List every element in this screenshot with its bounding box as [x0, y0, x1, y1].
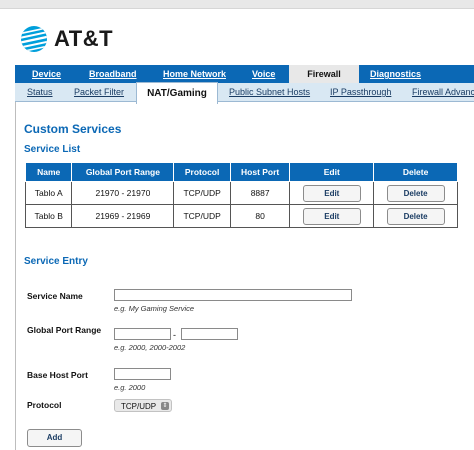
content-frame	[15, 102, 474, 450]
subtab-packet-filter[interactable]: Packet Filter	[74, 83, 124, 101]
subtab-public-subnet-hosts[interactable]: Public Subnet Hosts	[229, 83, 310, 101]
col-global-port-range: Global Port Range	[71, 162, 175, 182]
subtab-status[interactable]: Status	[27, 83, 53, 101]
global-port-end-input[interactable]	[181, 328, 238, 340]
delete-button[interactable]: Delete	[386, 207, 445, 225]
cell-name: Tablo A	[24, 181, 73, 205]
tab-home-network[interactable]: Home Network	[163, 65, 226, 83]
service-table: Name Global Port Range Protocol Host Por…	[24, 162, 458, 228]
cell-range: 21970 - 21970	[71, 181, 175, 205]
table-row: Tablo A 21970 - 21970 TCP/UDP 8887 Edit …	[24, 181, 458, 205]
col-edit: Edit	[289, 162, 375, 182]
page-title: Custom Services	[24, 122, 122, 136]
edit-button[interactable]: Edit	[302, 207, 361, 225]
col-delete: Delete	[373, 162, 458, 182]
tab-voice[interactable]: Voice	[252, 65, 275, 83]
table-row: Tablo B 21969 - 21969 TCP/UDP 80 Edit De…	[24, 204, 458, 228]
delete-button[interactable]: Delete	[386, 184, 445, 202]
service-name-label: Service Name	[27, 291, 83, 301]
att-logo: AT&T	[20, 24, 113, 54]
col-protocol: Protocol	[173, 162, 231, 182]
tab-broadband[interactable]: Broadband	[89, 65, 137, 83]
service-list-heading: Service List	[24, 144, 81, 155]
cell-host-port: 8887	[229, 181, 291, 205]
cell-host-port: 80	[229, 204, 291, 228]
protocol-select[interactable]: TCP/UDP ⇕	[114, 399, 172, 412]
tab-firewall[interactable]: Firewall	[289, 65, 359, 83]
subtab-firewall-advanced[interactable]: Firewall Advanced	[412, 83, 474, 101]
cell-delete: Delete	[373, 181, 458, 205]
brand-name: AT&T	[54, 26, 114, 51]
secondary-nav: Status Packet Filter NAT/Gaming Public S…	[15, 82, 474, 104]
cell-range: 21969 - 21969	[71, 204, 175, 228]
service-entry-heading: Service Entry	[24, 256, 88, 267]
att-globe-icon	[21, 26, 47, 52]
global-port-range-hint: e.g. 2000, 2000-2002	[114, 343, 186, 352]
cell-name: Tablo B	[24, 204, 73, 228]
cell-edit: Edit	[289, 181, 375, 205]
add-button[interactable]: Add	[27, 429, 82, 447]
global-port-range-label: Global Port Range	[27, 325, 102, 335]
service-name-hint: e.g. My Gaming Service	[114, 304, 195, 313]
table-header-row: Name Global Port Range Protocol Host Por…	[24, 162, 458, 182]
protocol-label: Protocol	[27, 400, 62, 410]
col-host-port: Host Port	[229, 162, 291, 182]
browser-top-strip	[0, 0, 474, 9]
edit-button[interactable]: Edit	[302, 184, 361, 202]
cell-protocol: TCP/UDP	[173, 181, 231, 205]
cell-delete: Delete	[373, 204, 458, 228]
base-host-port-label: Base Host Port	[27, 370, 88, 380]
global-port-start-input[interactable]	[114, 328, 171, 340]
subtab-nat-gaming[interactable]: NAT/Gaming	[136, 82, 218, 104]
cell-protocol: TCP/UDP	[173, 204, 231, 228]
col-name: Name	[24, 162, 73, 182]
service-name-input[interactable]	[114, 289, 352, 301]
subtab-ip-passthrough[interactable]: IP Passthrough	[330, 83, 391, 101]
port-range-separator: -	[173, 330, 176, 340]
tab-diagnostics[interactable]: Diagnostics	[370, 65, 421, 83]
base-host-port-input[interactable]	[114, 368, 171, 380]
primary-nav: Device Broadband Home Network Voice Fire…	[15, 65, 474, 83]
updown-arrows-icon: ⇕	[161, 402, 169, 410]
cell-edit: Edit	[289, 204, 375, 228]
base-host-port-hint: e.g. 2000	[114, 383, 146, 392]
tab-device[interactable]: Device	[32, 65, 61, 83]
protocol-selected-value: TCP/UDP	[121, 402, 157, 411]
